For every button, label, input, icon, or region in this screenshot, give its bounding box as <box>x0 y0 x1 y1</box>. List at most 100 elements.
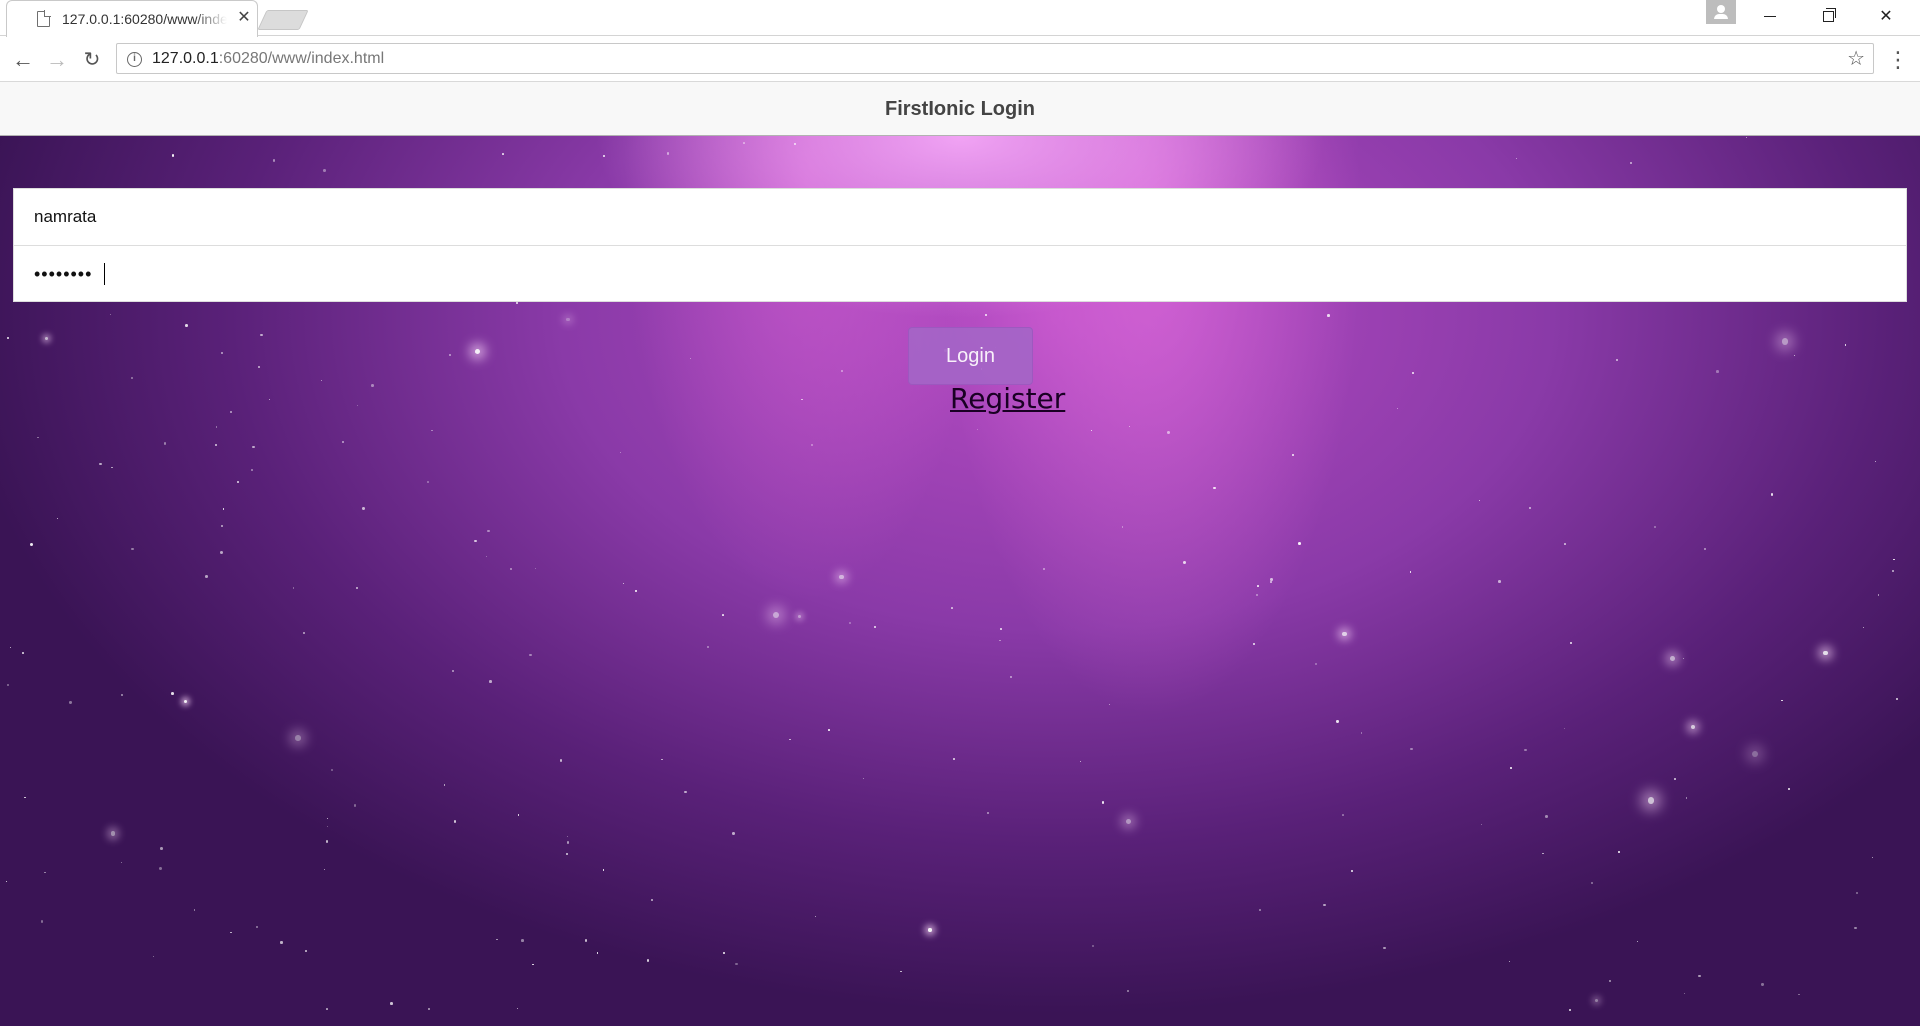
star-dot <box>1670 655 1676 661</box>
star-dot <box>1126 989 1130 993</box>
star-dot <box>158 866 162 870</box>
star-dot <box>1716 370 1719 373</box>
star-dot <box>1683 657 1685 659</box>
reload-icon[interactable]: ↻ <box>77 45 107 75</box>
star-dot <box>1480 823 1483 826</box>
url-text[interactable]: 127.0.0.1:60280/www/index.html <box>152 50 384 68</box>
star-dot <box>532 963 534 966</box>
star-dot <box>1270 581 1272 584</box>
star-dot <box>1893 558 1895 561</box>
star-dot <box>258 365 261 368</box>
star-dot <box>1629 161 1633 165</box>
star-dot <box>1102 801 1105 804</box>
star-dot <box>171 154 175 157</box>
star-dot <box>722 613 725 616</box>
star-dot <box>789 738 791 740</box>
star-dot <box>839 574 844 580</box>
star-dot <box>57 517 59 519</box>
star-dot <box>489 680 492 684</box>
forward-icon[interactable]: → <box>42 45 72 75</box>
menu-icon[interactable]: ⋮ <box>1886 45 1910 75</box>
star-dot <box>1515 157 1517 159</box>
star-dot <box>1528 506 1531 509</box>
star-dot <box>1298 541 1301 545</box>
star-dot <box>260 334 263 337</box>
star-dot <box>1396 407 1399 410</box>
star-dot <box>951 607 953 609</box>
star-dot <box>623 582 625 585</box>
star-dot <box>302 631 305 635</box>
minimize-icon[interactable] <box>1742 0 1798 34</box>
close-icon[interactable]: ✕ <box>235 9 253 27</box>
star-dot <box>1877 594 1879 596</box>
star-dot <box>205 575 208 579</box>
star-dot <box>565 852 568 855</box>
star-dot <box>1509 960 1511 963</box>
star-dot <box>390 1002 393 1006</box>
star-dot <box>371 383 374 387</box>
maximize-icon[interactable] <box>1800 0 1856 34</box>
star-dot <box>443 784 446 786</box>
star-dot <box>517 814 519 816</box>
star-dot <box>566 841 569 844</box>
star-dot <box>596 952 599 954</box>
star-dot <box>1647 797 1655 805</box>
star-dot <box>215 426 218 429</box>
star-dot <box>707 646 710 649</box>
star-dot <box>984 314 987 317</box>
star-dot <box>237 481 240 484</box>
login-button[interactable]: Login <box>908 327 1033 385</box>
info-icon[interactable]: i <box>127 52 142 67</box>
star-dot <box>323 169 326 172</box>
star-dot <box>323 869 325 871</box>
new-tab-button[interactable] <box>257 10 309 30</box>
register-link[interactable]: Register <box>950 382 1065 415</box>
star-dot <box>1510 767 1512 769</box>
star-dot <box>516 1008 518 1010</box>
star-dot <box>584 939 588 942</box>
star-dot <box>1091 944 1095 948</box>
star-dot <box>1182 560 1186 564</box>
star-dot <box>1342 631 1347 636</box>
window-close-icon[interactable]: ✕ <box>1858 0 1914 34</box>
star-dot <box>1128 426 1131 428</box>
browser-tab[interactable]: 127.0.0.1:60280/www/index.html ✕ <box>6 0 258 37</box>
star-dot <box>1770 493 1774 496</box>
star-dot <box>485 555 487 557</box>
star-dot <box>1360 732 1362 734</box>
star-dot <box>1752 750 1759 757</box>
star-dot <box>163 442 167 445</box>
back-icon[interactable]: ← <box>8 45 38 75</box>
bookmark-star-icon[interactable]: ☆ <box>1847 47 1865 71</box>
star-dot <box>661 758 663 761</box>
star-dot <box>976 428 979 431</box>
profile-icon[interactable] <box>1706 0 1736 24</box>
star-dot <box>452 669 454 672</box>
username-field[interactable] <box>34 189 1884 245</box>
star-dot <box>120 693 123 697</box>
star-dot <box>928 928 932 932</box>
star-dot <box>1845 344 1847 346</box>
star-dot <box>230 931 233 934</box>
star-dot <box>44 336 48 340</box>
star-dot <box>295 735 301 741</box>
password-field[interactable] <box>34 246 1884 302</box>
star-dot <box>1291 454 1295 457</box>
star-dot <box>326 826 329 828</box>
star-dot <box>160 846 164 850</box>
star-dot <box>559 759 563 763</box>
star-dot <box>280 941 283 944</box>
star-dot <box>1410 747 1413 751</box>
star-dot <box>362 507 366 510</box>
star-dot <box>1327 314 1330 317</box>
star-dot <box>1524 748 1527 752</box>
star-dot <box>496 938 498 941</box>
star-dot <box>9 647 11 649</box>
star-dot <box>5 880 8 883</box>
star-dot <box>171 692 175 696</box>
star-dot <box>529 654 532 657</box>
address-bar[interactable]: i 127.0.0.1:60280/www/index.html ☆ <box>116 43 1874 74</box>
star-dot <box>1684 993 1686 995</box>
star-dot <box>841 369 844 372</box>
star-dot <box>1569 1009 1571 1012</box>
